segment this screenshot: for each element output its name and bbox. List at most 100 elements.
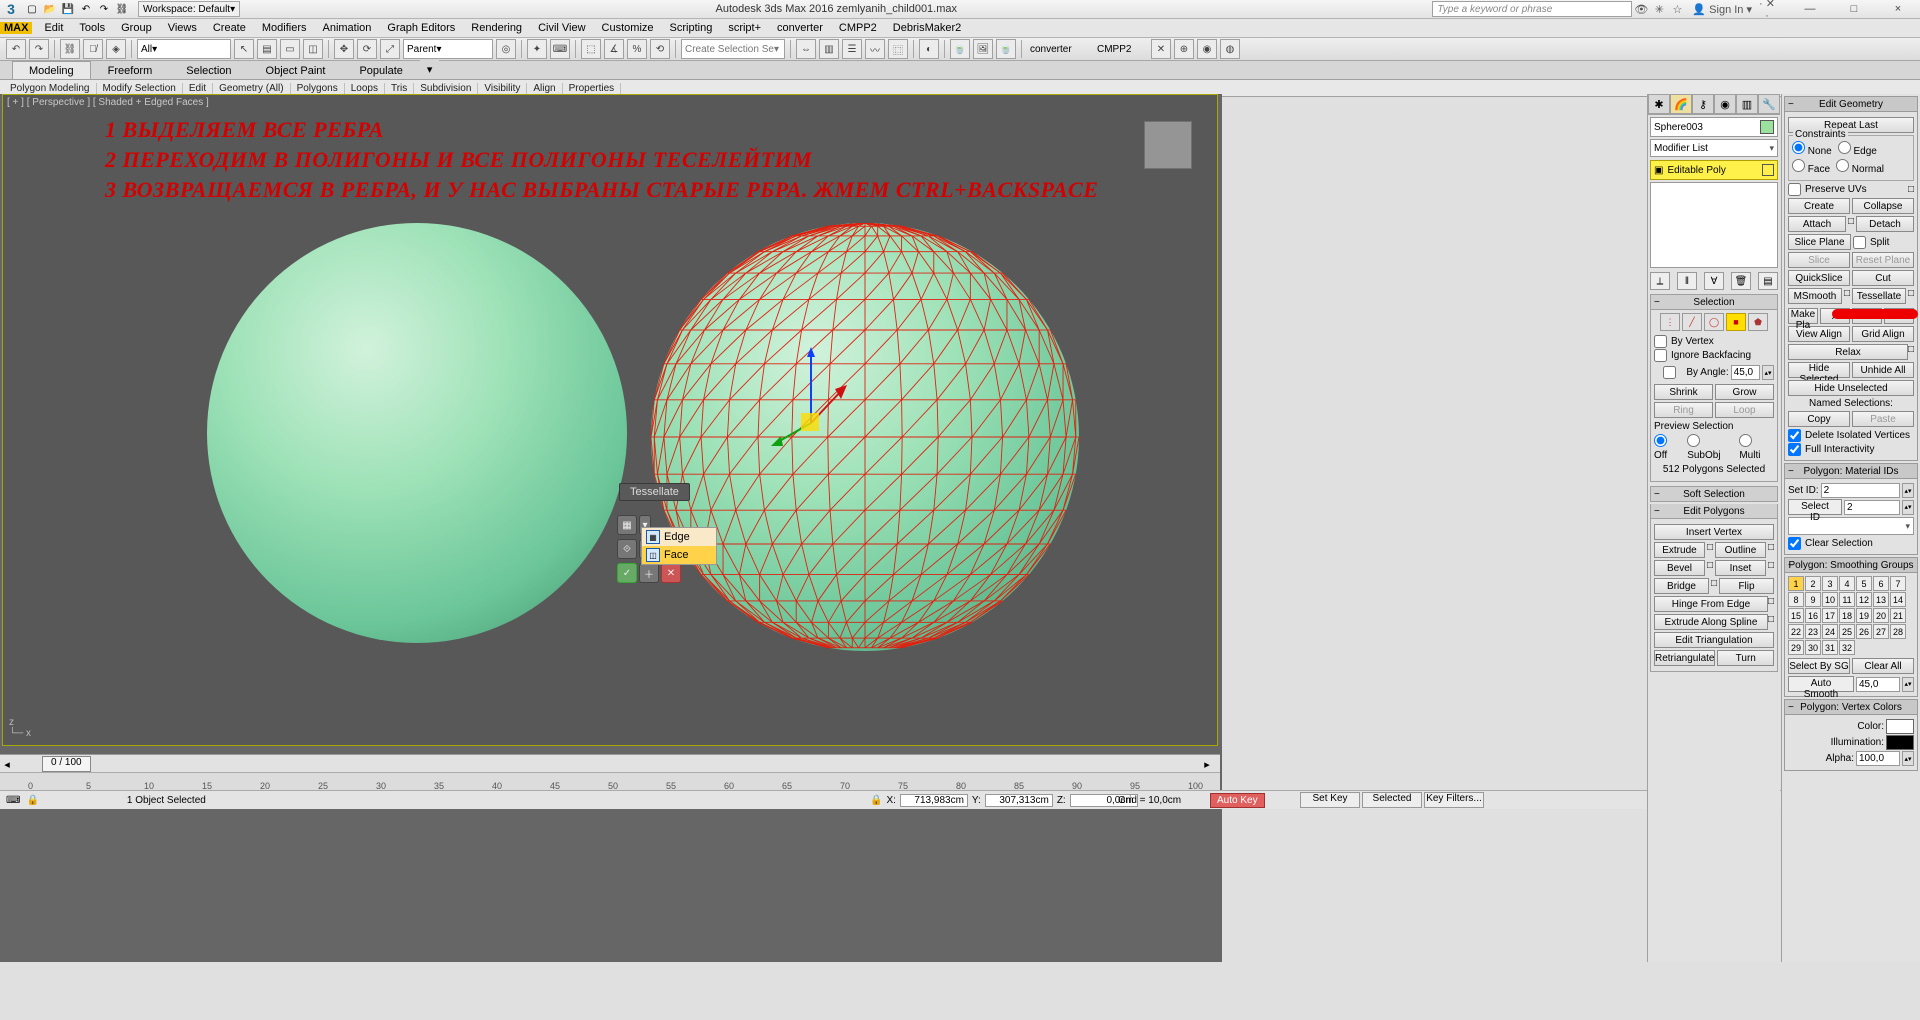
time-slider-knob[interactable]: 0 / 100	[42, 756, 91, 772]
qat-save-icon[interactable]: 💾	[60, 1, 76, 17]
rollout-smoothing-header[interactable]: Polygon: Smoothing Groups	[1784, 557, 1918, 573]
sg-4[interactable]: 4	[1839, 576, 1855, 591]
modifier-stack[interactable]	[1650, 182, 1778, 268]
tb-manip-icon[interactable]: ✦	[527, 39, 547, 59]
tb-pivot-icon[interactable]: ◎	[496, 39, 516, 59]
preview-multi[interactable]: Multi	[1739, 434, 1774, 461]
sg-28[interactable]: 28	[1890, 624, 1906, 639]
cmd-tab-display-icon[interactable]: ▥	[1736, 94, 1758, 114]
caddy-ok-icon[interactable]: ✓	[617, 563, 637, 583]
tb-renderframe-icon[interactable]: 🖼	[973, 39, 993, 59]
inset-settings-icon[interactable]: □	[1768, 560, 1774, 576]
sg-10[interactable]: 10	[1822, 592, 1838, 607]
btn-outline[interactable]: Outline	[1715, 542, 1766, 558]
caddy-cancel-icon[interactable]: ✕	[661, 563, 681, 583]
tb-anglesnap-icon[interactable]: ∡	[604, 39, 624, 59]
tb-render-icon[interactable]: 🍵	[996, 39, 1016, 59]
ribsub-align[interactable]: Align	[527, 83, 562, 94]
tb-x4-icon[interactable]: ◍	[1220, 39, 1240, 59]
sg-20[interactable]: 20	[1873, 608, 1889, 623]
relax-settings-icon[interactable]: □	[1908, 344, 1914, 360]
keymode-selected[interactable]: Selected	[1362, 792, 1422, 808]
rollout-editpoly-header[interactable]: Edit Polygons	[1650, 504, 1778, 519]
btn-detach[interactable]: Detach	[1856, 216, 1914, 232]
btn-quickslice[interactable]: QuickSlice	[1788, 270, 1850, 286]
time-slider[interactable]: ◂ 0 / 100 ▸	[0, 754, 1220, 773]
sg-31[interactable]: 31	[1822, 640, 1838, 655]
sg-26[interactable]: 26	[1856, 624, 1872, 639]
sg-11[interactable]: 11	[1839, 592, 1855, 607]
status-script-icon[interactable]: ⌨	[6, 795, 20, 806]
chk-clear-selection[interactable]: Clear Selection	[1788, 537, 1914, 550]
qat-link-icon[interactable]: ⛓	[114, 1, 130, 17]
tb-selectname-icon[interactable]: ▤	[257, 39, 277, 59]
coord-lock-icon[interactable]: 🔒	[870, 795, 882, 806]
object-name-field[interactable]: Sphere003	[1654, 122, 1703, 133]
sg-12[interactable]: 12	[1856, 592, 1872, 607]
viewcube[interactable]	[1137, 113, 1199, 175]
con-face[interactable]: Face	[1792, 159, 1830, 175]
cmd-tab-utilities-icon[interactable]: 🔧	[1758, 94, 1780, 114]
btn-select-id[interactable]: Select ID	[1788, 499, 1842, 515]
outline-settings-icon[interactable]: □	[1768, 542, 1774, 558]
smoothing-groups-grid[interactable]: 1234567891011121314151617181920212223242…	[1788, 576, 1914, 655]
max-menu-icon[interactable]: MAX	[0, 22, 32, 34]
tb-window-icon[interactable]: ◫	[303, 39, 323, 59]
menu-scripting[interactable]: Scripting	[662, 22, 721, 34]
rollout-softsel-header[interactable]: Soft Selection	[1650, 486, 1778, 502]
infocenter-icon[interactable]: 👁	[1632, 3, 1650, 16]
btn-insert-vertex[interactable]: Insert Vertex	[1654, 524, 1774, 540]
spinner-icon[interactable]: ▴▾	[1902, 483, 1914, 498]
rollout-editgeom-header[interactable]: Edit Geometry	[1784, 96, 1918, 112]
tb-bind-icon[interactable]: ◈	[106, 39, 126, 59]
spinner-icon[interactable]: ▴▾	[1902, 500, 1914, 515]
btn-tessellate[interactable]: Tessellate	[1852, 288, 1906, 304]
sg-1[interactable]: 1	[1788, 576, 1804, 591]
ribbon-expand-icon[interactable]: ▾	[420, 59, 440, 79]
app-logo-icon[interactable]: 3	[0, 0, 22, 18]
ribbon-tab-freeform[interactable]: Freeform	[91, 61, 170, 79]
stack-makeunique-icon[interactable]: ∀	[1704, 272, 1724, 290]
sg-19[interactable]: 19	[1856, 608, 1872, 623]
vertex-color-swatch[interactable]	[1886, 719, 1914, 734]
sphere-left[interactable]	[207, 223, 627, 643]
ribbon-tab-populate[interactable]: Populate	[342, 61, 419, 79]
cmd-tab-modify-icon[interactable]: 🌈	[1670, 94, 1692, 114]
timeslider-next-icon[interactable]: ▸	[1200, 758, 1214, 771]
btn-unhide-all[interactable]: Unhide All	[1852, 362, 1914, 378]
stack-showend-icon[interactable]: ‖	[1677, 272, 1697, 290]
object-color-swatch[interactable]	[1760, 120, 1774, 134]
workspace-selector[interactable]: Workspace: Default ▾	[138, 1, 240, 17]
tb-x2-icon[interactable]: ⊕	[1174, 39, 1194, 59]
tb-align-icon[interactable]: ▥	[819, 39, 839, 59]
sg-22[interactable]: 22	[1788, 624, 1804, 639]
ribsub-polymodeling[interactable]: Polygon Modeling	[4, 83, 97, 94]
menu-rendering[interactable]: Rendering	[463, 22, 530, 34]
btn-turn[interactable]: Turn	[1717, 650, 1774, 666]
menu-edit[interactable]: Edit	[36, 22, 71, 34]
btn-bevel[interactable]: Bevel	[1654, 560, 1705, 576]
btn-extrude-spline[interactable]: Extrude Along Spline	[1654, 614, 1768, 630]
timeslider-prev-icon[interactable]: ◂	[0, 758, 14, 771]
stack-configure-icon[interactable]: ▤	[1758, 272, 1778, 290]
rollout-selection-header[interactable]: Selection	[1650, 294, 1778, 310]
subobj-element-icon[interactable]: ⬟	[1748, 313, 1768, 331]
transform-gizmo[interactable]	[771, 343, 891, 463]
sg-2[interactable]: 2	[1805, 576, 1821, 591]
sg-17[interactable]: 17	[1822, 608, 1838, 623]
matid-name-combo[interactable]	[1788, 517, 1914, 535]
sg-3[interactable]: 3	[1822, 576, 1838, 591]
chk-by-vertex[interactable]: By Vertex	[1654, 335, 1774, 348]
tb-undo-icon[interactable]: ↶	[6, 39, 26, 59]
sg-8[interactable]: 8	[1788, 592, 1804, 607]
extrudespline-settings-icon[interactable]: □	[1768, 614, 1774, 630]
menu-civilview[interactable]: Civil View	[530, 22, 593, 34]
coord-x-value[interactable]: 713,983cm	[900, 794, 968, 807]
tb-keymode-icon[interactable]: ⌨	[550, 39, 570, 59]
qat-new-icon[interactable]: ▢	[24, 1, 40, 17]
btn-select-by-sg[interactable]: Select By SG	[1788, 658, 1850, 674]
chk-full-interactivity[interactable]: Full Interactivity	[1788, 443, 1914, 456]
exchange-icon[interactable]: ✳	[1650, 3, 1668, 16]
menu-debrismaker[interactable]: DebrisMaker2	[885, 22, 969, 34]
ribsub-edit[interactable]: Edit	[183, 83, 213, 94]
